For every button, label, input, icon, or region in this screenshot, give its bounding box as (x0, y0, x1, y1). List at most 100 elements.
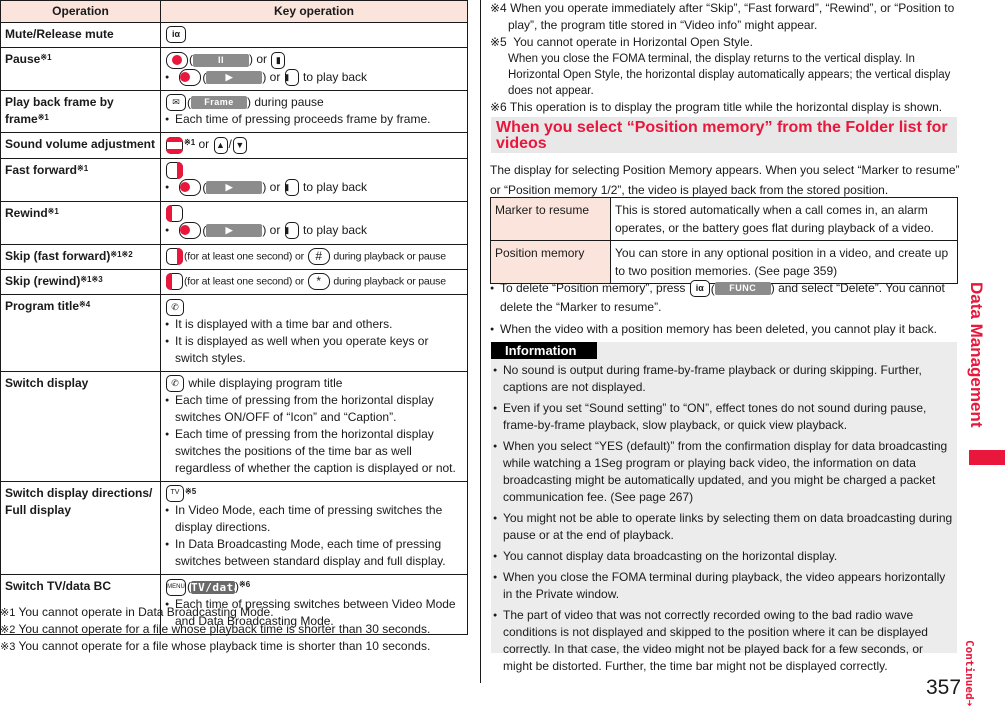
operation-label: Rewind (5, 205, 48, 220)
operation-cell: Pause※1 (0, 47, 161, 91)
operation-cell: Program title※4 (0, 294, 161, 372)
center-key-icon (166, 51, 188, 69)
operation-label: Play back frame by frame (5, 94, 114, 126)
footnote-text: This operation is to display the program… (509, 100, 943, 114)
instruction-text: during playback or pause (330, 249, 446, 262)
column-header-key-operation: Key operation (160, 0, 468, 23)
info-item: When you close the FOMA terminal during … (493, 569, 955, 603)
camera-tv-key-icon: TV (166, 485, 184, 503)
bullet-item: In Data Broadcasting Mode, each time of … (165, 536, 463, 570)
table-row: Fast forward※1 (▶) or ▮ to play back (0, 157, 468, 202)
footnote-ref: ※1 (184, 138, 196, 148)
right-key-icon (166, 161, 183, 179)
information-label: Information (491, 342, 597, 359)
row-label: Position memory (490, 240, 611, 284)
connector-text: ) or (262, 222, 284, 237)
table-row: Rewind※1 (▶) or ▮ to play back (0, 200, 468, 245)
play-softkey-icon: ▶ (206, 224, 263, 238)
footnote: ※2 You cannot operate for a file whose p… (0, 621, 470, 638)
play-softkey-icon: ▶ (206, 181, 263, 195)
footnote-ref: ※1 (37, 112, 49, 122)
table-header-row: Operation Key operation (0, 0, 468, 23)
key-cell: TV※5 In Video Mode, each time of pressin… (160, 480, 468, 576)
key-cell: (for at least one second) or * during pl… (160, 268, 468, 296)
center-key-icon (179, 222, 202, 240)
arrow-right-icon: ➜ (963, 699, 976, 706)
operation-cell: Sound volume adjustment (0, 132, 161, 159)
instruction-text: to play back (299, 69, 368, 84)
key-cell: (for at least one second) or # during pl… (160, 243, 468, 270)
operation-label: Skip (rewind) (5, 273, 81, 288)
footnote-ref: ※1※2 (110, 249, 133, 259)
operation-cell: Skip (rewind)※1※3 (0, 268, 161, 296)
key-cell: iα (160, 21, 468, 49)
footnote-text: When you operate immediately after “Skip… (508, 1, 955, 32)
operation-cell: Rewind※1 (0, 200, 161, 245)
table-row: Sound volume adjustment ※1 or ▲ / ▼ (0, 132, 468, 159)
side-key-icon: ▮ (284, 68, 299, 86)
footnote-mark: ※3 (0, 641, 16, 653)
operation-label: Switch TV/data BC (5, 579, 112, 594)
footnote: ※5 You cannot operate in Horizontal Open… (490, 34, 960, 99)
footnote: ※4 When you operate immediately after “S… (490, 0, 960, 34)
position-memory-table: Marker to resume This is stored automati… (490, 197, 958, 284)
key-operations-table: Operation Key operation Mute/Release mut… (0, 0, 468, 635)
right-key-icon (166, 247, 183, 265)
page-number: 357 (926, 676, 962, 699)
footnote-mark: ※1 (0, 607, 16, 619)
operation-cell: Switch display directions/ Full display (0, 480, 161, 576)
chapter-tab-marker (969, 450, 1005, 465)
center-key-icon (179, 68, 202, 86)
footnote-text: You cannot operate in Data Broadcasting … (18, 605, 274, 619)
i-alpha-key-icon: iα (166, 26, 186, 44)
left-footnotes: ※1 You cannot operate in Data Broadcasti… (0, 604, 470, 655)
left-key-icon (166, 272, 183, 290)
operation-label: Sound volume adjustment (5, 137, 156, 152)
pause-softkey-icon: II (193, 53, 249, 67)
operation-label: Pause (5, 52, 41, 67)
bullet-item: Each time of pressing from the horizonta… (165, 392, 463, 426)
position-memory-notes: To delete “Position memory”, press iα(FU… (490, 279, 960, 343)
operation-cell: Switch display (0, 370, 161, 482)
connector-text: ) or (262, 179, 284, 194)
call-key-icon: ✆ (166, 374, 184, 392)
hash-key-icon: # (307, 247, 330, 265)
table-row: Program title※4 ✆ It is displayed with a… (0, 294, 468, 372)
operation-label: Program title (5, 299, 80, 314)
footnote-mark: ※6 (490, 100, 507, 114)
center-key-icon (179, 179, 202, 197)
footnote-text: You cannot operate for a file whose play… (18, 622, 431, 636)
footnote-ref: ※1※3 (80, 274, 103, 284)
key-cell: ✉(Frame) during pause Each time of press… (160, 89, 468, 134)
bullet-item: It is displayed as well when you operate… (165, 333, 463, 367)
right-footnotes: ※4 When you operate immediately after “S… (490, 0, 960, 116)
volume-key-icon (166, 136, 183, 154)
down-key-icon: ▼ (232, 136, 247, 154)
footnote-text: You cannot operate in Horizontal Open St… (513, 35, 753, 49)
bullet-item: Each time of pressing from the horizonta… (165, 426, 463, 477)
chapter-title: Data Management (967, 282, 986, 428)
asterisk-key-icon: * (307, 272, 330, 290)
footnote: ※3 You cannot operate for a file whose p… (0, 638, 470, 655)
info-item: Even if you set “Sound setting” to “ON”,… (493, 400, 955, 434)
column-header-operation: Operation (0, 0, 161, 23)
instruction-text: to play back (299, 179, 368, 194)
operation-label: Switch display directions/ Full display (5, 485, 153, 517)
section-intro: The display for selecting Position Memor… (490, 163, 960, 197)
footnote: ※1 You cannot operate in Data Broadcasti… (0, 604, 470, 621)
info-item: When you select “YES (default)” from the… (493, 438, 955, 506)
operation-cell: Mute/Release mute (0, 21, 161, 49)
footnote-mark: ※5 (490, 35, 507, 49)
instruction-text: ) during pause (247, 94, 324, 109)
footnote-text: You cannot operate for a file whose play… (18, 639, 431, 653)
operation-label: Switch display (5, 375, 89, 390)
operation-label: Skip (fast forward) (5, 248, 111, 263)
connector-text: or (195, 137, 213, 152)
footnote-mark: ※4 (490, 1, 507, 15)
key-cell: ✆ It is displayed with a time bar and ot… (160, 294, 468, 372)
separator-text: / (228, 137, 232, 152)
info-item: You cannot display data broadcasting on … (493, 548, 955, 565)
table-row: Mute/Release mute iα (0, 21, 468, 49)
key-cell: ※1 or ▲ / ▼ (160, 132, 468, 159)
key-cell: (▶) or ▮ to play back (160, 200, 468, 245)
